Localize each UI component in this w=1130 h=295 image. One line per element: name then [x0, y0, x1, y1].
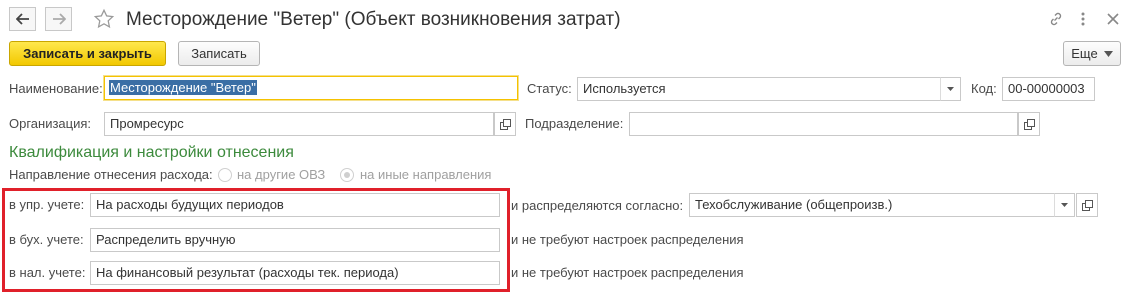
distribution-value: Техобслуживание (общепроизв.) [695, 197, 893, 212]
name-label: Наименование: [9, 81, 103, 96]
section-title: Квалификация и настройки отнесения [9, 144, 294, 161]
organization-open-button[interactable] [494, 112, 516, 136]
open-window-icon [1081, 199, 1093, 211]
tax-accounting-label: в нал. учете: [9, 265, 86, 280]
radio-other-directions-label: на иные направления [360, 167, 492, 182]
bookkeeping-note: и не требуют настроек распределения [511, 232, 744, 247]
bookkeeping-value: Распределить вручную [96, 232, 236, 247]
management-accounting-label: в упр. учете: [9, 197, 85, 212]
code-value: 00-00000003 [1008, 81, 1085, 96]
chevron-down-icon [947, 87, 954, 91]
bookkeeping-label: в бух. учете: [9, 232, 84, 247]
radio-other-ovz[interactable] [218, 168, 232, 182]
status-select[interactable]: Используется [577, 77, 941, 101]
back-button[interactable] [9, 7, 36, 31]
management-accounting-field[interactable]: На расходы будущих периодов [90, 193, 500, 217]
chevron-down-icon [1103, 50, 1113, 57]
open-window-icon [499, 118, 511, 130]
more-label: Еще [1071, 46, 1098, 61]
status-dropdown-button[interactable] [940, 77, 961, 101]
tax-accounting-value: На финансовый результат (расходы тек. пе… [96, 265, 399, 280]
division-open-button[interactable] [1018, 112, 1040, 136]
radio-other-directions[interactable] [340, 168, 354, 182]
radio-other-ovz-label: на другие ОВЗ [237, 167, 326, 182]
arrow-left-icon [15, 13, 29, 25]
status-value: Используется [583, 81, 666, 96]
distribution-note: и распределяются согласно: [511, 198, 684, 213]
more-options-icon[interactable] [1073, 9, 1093, 29]
save-and-close-button[interactable]: Записать и закрыть [9, 41, 166, 66]
division-label: Подразделение: [525, 116, 624, 131]
organization-value: Промресурс [110, 116, 184, 131]
more-button[interactable]: Еще [1063, 41, 1121, 66]
distribution-dropdown-button[interactable] [1054, 193, 1075, 217]
code-field[interactable]: 00-00000003 [1002, 77, 1095, 101]
close-icon[interactable] [1103, 9, 1123, 29]
status-label: Статус: [527, 81, 572, 96]
organization-field[interactable]: Промресурс [104, 112, 494, 136]
name-field[interactable]: Месторождение "Ветер" [104, 76, 518, 100]
tax-accounting-field[interactable]: На финансовый результат (расходы тек. пе… [90, 261, 500, 285]
division-field[interactable] [629, 112, 1018, 136]
management-accounting-value: На расходы будущих периодов [96, 197, 284, 212]
bookkeeping-field[interactable]: Распределить вручную [90, 228, 500, 252]
save-button[interactable]: Записать [178, 41, 260, 66]
name-value: Месторождение "Ветер" [109, 80, 257, 95]
distribution-select[interactable]: Техобслуживание (общепроизв.) [689, 193, 1055, 217]
direction-label: Направление отнесения расхода: [9, 167, 213, 182]
favorite-star-icon[interactable] [93, 8, 115, 30]
forward-button[interactable] [45, 7, 72, 31]
chevron-down-icon [1061, 203, 1068, 207]
distribution-open-button[interactable] [1076, 193, 1098, 217]
tax-accounting-note: и не требуют настроек распределения [511, 265, 744, 280]
page-title: Месторождение "Ветер" (Объект возникнове… [126, 9, 621, 30]
arrow-right-icon [52, 13, 66, 25]
link-icon[interactable] [1046, 9, 1066, 29]
organization-label: Организация: [9, 116, 92, 131]
code-label: Код: [971, 81, 997, 96]
open-window-icon [1023, 118, 1035, 130]
